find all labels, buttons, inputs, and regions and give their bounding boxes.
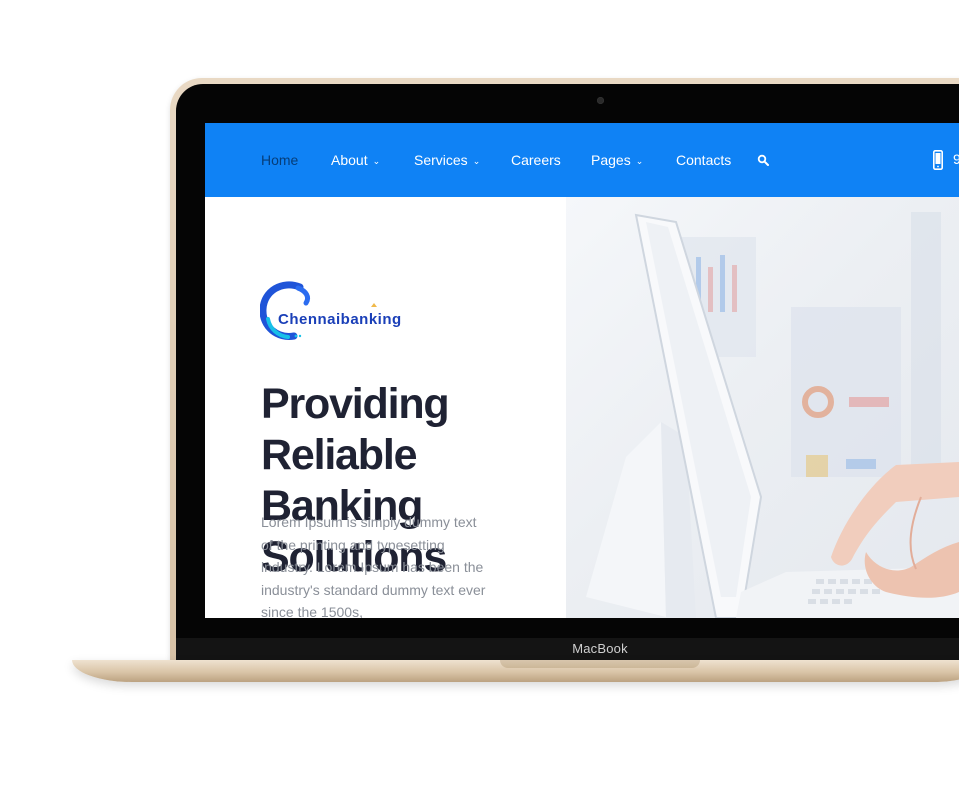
search-icon[interactable]	[757, 154, 769, 166]
nav-item-about[interactable]: About ⌄	[331, 152, 380, 168]
phone-number[interactable]: 9	[953, 151, 959, 167]
logo-wordmark: Chennaibanking	[278, 311, 402, 328]
chevron-down-icon: ⌄	[372, 156, 381, 166]
laptop-hinge-notch	[500, 660, 700, 668]
nav-item-home[interactable]: Home	[261, 152, 298, 168]
nav-label: About	[331, 152, 368, 168]
nav-label: Careers	[511, 152, 561, 168]
nav-item-pages[interactable]: Pages ⌄	[591, 152, 643, 168]
nav-label: Contacts	[676, 152, 732, 168]
nav-item-careers[interactable]: Careers	[511, 152, 561, 168]
nav-item-services[interactable]: Services ⌄	[414, 152, 480, 168]
hero-image	[566, 197, 959, 618]
mobile-phone-icon	[933, 150, 943, 170]
website-screen: Home About ⌄ Services ⌄ Careers Pages ⌄ Con…	[205, 123, 959, 618]
nav-label: Pages	[591, 152, 631, 168]
nav-label: Services	[414, 152, 468, 168]
chevron-down-icon: ⌄	[635, 156, 644, 166]
device-brand-label: MacBook	[572, 641, 628, 656]
hero-title-line-1: Providing Reliable	[261, 380, 450, 479]
hero-description: Lorem Ipsum is simply dummy text of the …	[261, 514, 486, 618]
laptop-typing-illustration	[586, 212, 959, 618]
nav-item-contacts[interactable]: Contacts	[676, 152, 731, 168]
chevron-down-icon: ⌄	[472, 156, 481, 166]
webcam	[597, 97, 604, 104]
top-navbar: Home About ⌄ Services ⌄ Careers Pages ⌄ Con…	[205, 123, 959, 197]
nav-label: Home	[261, 152, 299, 168]
